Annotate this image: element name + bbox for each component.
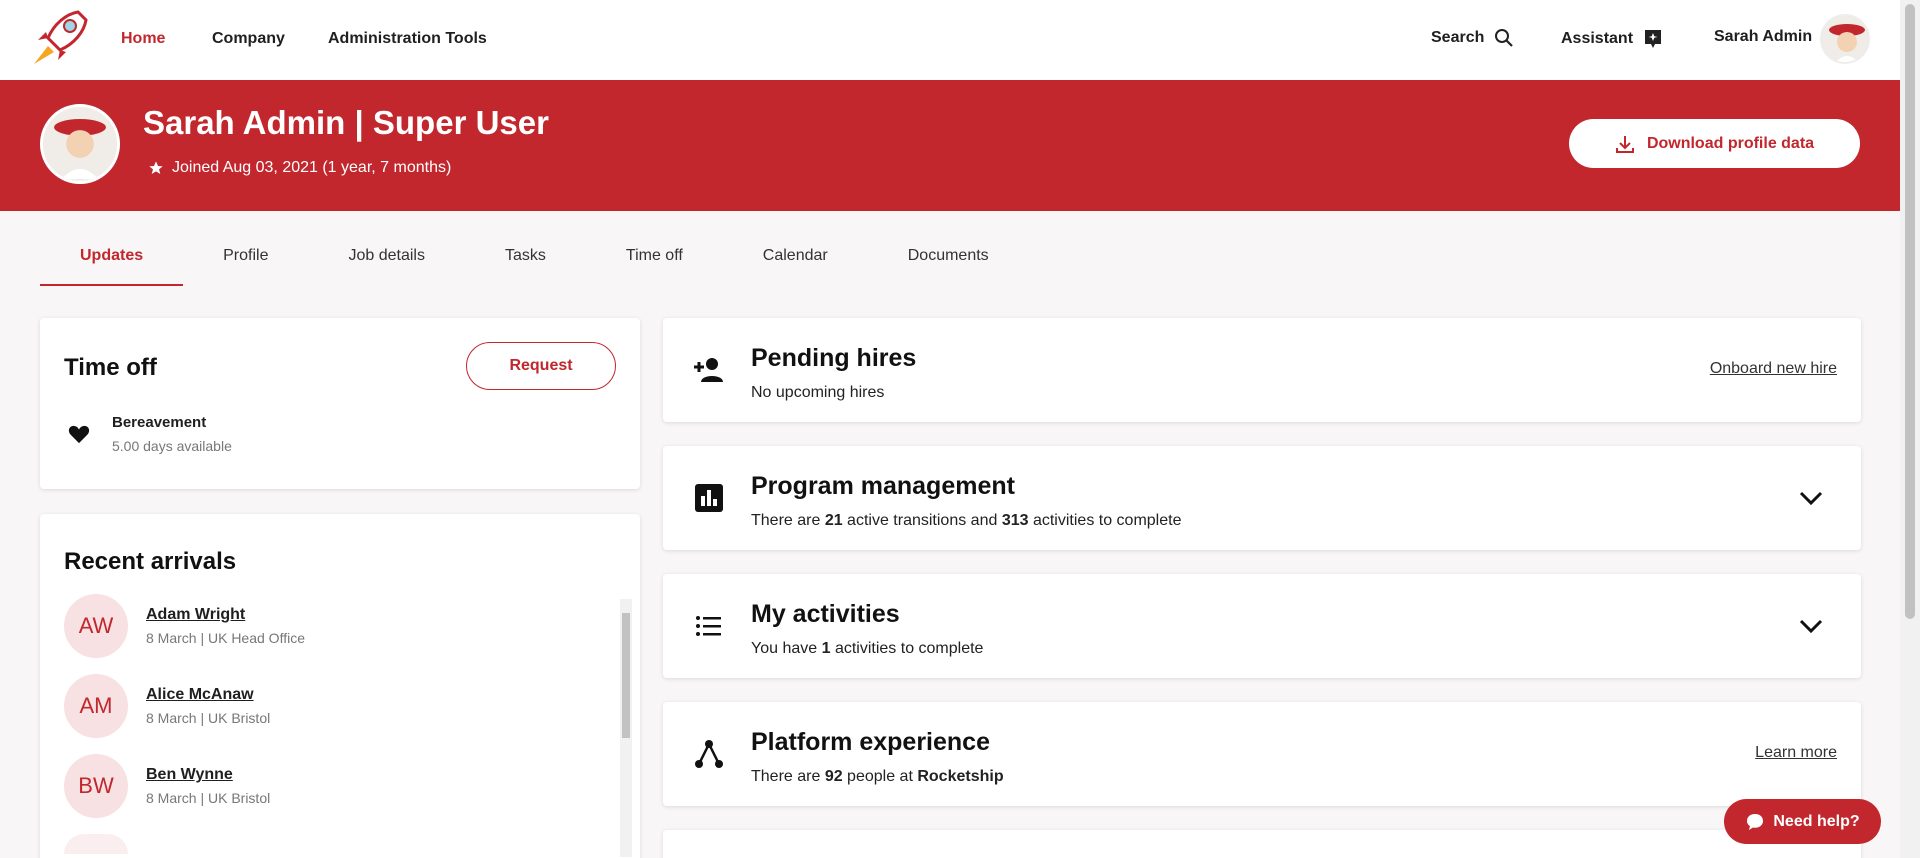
program-management-subtitle: There are 21 active transitions and 313 … — [751, 512, 1182, 529]
tab-profile[interactable]: Profile — [183, 230, 308, 286]
add-person-icon — [694, 358, 723, 382]
profile-tabs: Updates Profile Job details Tasks Time o… — [40, 230, 1029, 286]
avatar: AW — [64, 594, 128, 658]
program-management-card[interactable]: Program management There are 21 active t… — [663, 446, 1861, 550]
page-scrollbar[interactable] — [1900, 0, 1920, 858]
tab-tasks[interactable]: Tasks — [465, 230, 586, 286]
need-help-button[interactable]: Need help? — [1724, 799, 1881, 844]
top-navigation: Home Company Administration Tools Search… — [0, 0, 1900, 80]
program-management-title: Program management — [751, 472, 1015, 500]
recent-arrivals-card: Recent arrivals AW Adam Wright 8 March |… — [40, 514, 640, 858]
time-off-card: Time off Request Bereavement 5.00 days a… — [40, 318, 640, 489]
profile-title: Sarah Admin | Super User — [143, 104, 549, 141]
person-name-link[interactable]: Alice McAnaw — [146, 686, 270, 704]
joined-date-text: Joined Aug 03, 2021 (1 year, 7 months) — [172, 159, 452, 176]
recent-arrivals-title: Recent arrivals — [64, 548, 237, 575]
user-menu[interactable]: Sarah Admin — [1714, 28, 1812, 46]
nav-company[interactable]: Company — [212, 30, 285, 48]
network-icon — [695, 740, 723, 768]
my-activities-subtitle: You have 1 activities to complete — [751, 640, 984, 657]
nav-home[interactable]: Home — [121, 30, 165, 48]
chevron-down-icon[interactable] — [1797, 612, 1825, 640]
onboard-new-hire-link[interactable]: Onboard new hire — [1710, 360, 1837, 378]
tab-time-off[interactable]: Time off — [586, 230, 723, 286]
time-off-item-available: 5.00 days available — [112, 438, 232, 454]
person-name-link[interactable]: Ben Wynne — [146, 766, 270, 784]
learn-more-link[interactable]: Learn more — [1755, 744, 1837, 762]
person-meta: 8 March | UK Head Office — [146, 630, 305, 646]
search-label: Search — [1431, 29, 1485, 46]
tab-documents[interactable]: Documents — [868, 230, 1029, 286]
person-meta: 8 March | UK Bristol — [146, 710, 271, 726]
avatar: AM — [64, 674, 128, 738]
need-help-label: Need help? — [1773, 812, 1860, 830]
chevron-down-icon[interactable] — [1797, 484, 1825, 512]
heart-icon — [68, 425, 90, 444]
list-item: AW Adam Wright 8 March | UK Head Office — [64, 594, 305, 658]
rocket-logo-icon[interactable] — [26, 6, 92, 72]
download-icon — [1615, 135, 1634, 153]
time-off-title: Time off — [64, 354, 157, 381]
platform-experience-subtitle: There are 92 people at Rocketship — [751, 768, 1004, 785]
avatar: BW — [64, 754, 128, 818]
platform-experience-card: Platform experience There are 92 people … — [663, 702, 1861, 806]
list-item: BW Ben Wynne 8 March | UK Bristol — [64, 754, 270, 818]
tab-updates[interactable]: Updates — [40, 230, 184, 286]
pending-hires-subtitle: No upcoming hires — [751, 384, 885, 401]
joined-date: Joined Aug 03, 2021 (1 year, 7 months) — [148, 159, 451, 177]
tab-job-details[interactable]: Job details — [308, 230, 465, 286]
platform-experience-title: Platform experience — [751, 728, 990, 756]
download-profile-data-label: Download profile data — [1646, 134, 1815, 152]
request-time-off-button[interactable]: Request — [466, 342, 616, 390]
person-name-link[interactable]: Adam Wright — [146, 606, 305, 624]
star-icon — [149, 161, 163, 174]
list-item: AM Alice McAnaw 8 March | UK Bristol — [64, 674, 270, 738]
search-button[interactable]: Search — [1431, 28, 1514, 48]
arrivals-scrollbar[interactable] — [620, 599, 632, 857]
arrivals-scrollbar-thumb[interactable] — [622, 613, 630, 738]
my-activities-card[interactable]: My activities You have 1 activities to c… — [663, 574, 1861, 678]
download-profile-data-button[interactable]: Download profile data — [1569, 119, 1860, 168]
next-card-partial — [663, 830, 1861, 858]
time-off-item-name: Bereavement — [112, 414, 207, 431]
profile-avatar — [40, 104, 120, 184]
chat-bubble-icon — [1747, 813, 1764, 830]
list-icon — [696, 616, 721, 636]
search-icon — [1495, 29, 1514, 47]
profile-banner: Sarah Admin | Super User Joined Aug 03, … — [0, 80, 1900, 211]
assistant-sparkle-icon — [1645, 30, 1662, 48]
pending-hires-title: Pending hires — [751, 344, 917, 372]
page-scrollbar-thumb[interactable] — [1905, 4, 1915, 619]
pending-hires-card: Pending hires No upcoming hires Onboard … — [663, 318, 1861, 422]
assistant-button[interactable]: Assistant — [1561, 28, 1663, 50]
bar-chart-icon — [695, 484, 723, 512]
user-avatar[interactable] — [1820, 14, 1870, 64]
assistant-label: Assistant — [1561, 30, 1634, 47]
person-meta: 8 March | UK Bristol — [146, 790, 271, 806]
my-activities-title: My activities — [751, 600, 900, 628]
nav-administration-tools[interactable]: Administration Tools — [328, 30, 487, 48]
tab-calendar[interactable]: Calendar — [723, 230, 868, 286]
avatar-partial — [64, 834, 128, 854]
user-name-label: Sarah Admin — [1714, 28, 1813, 45]
